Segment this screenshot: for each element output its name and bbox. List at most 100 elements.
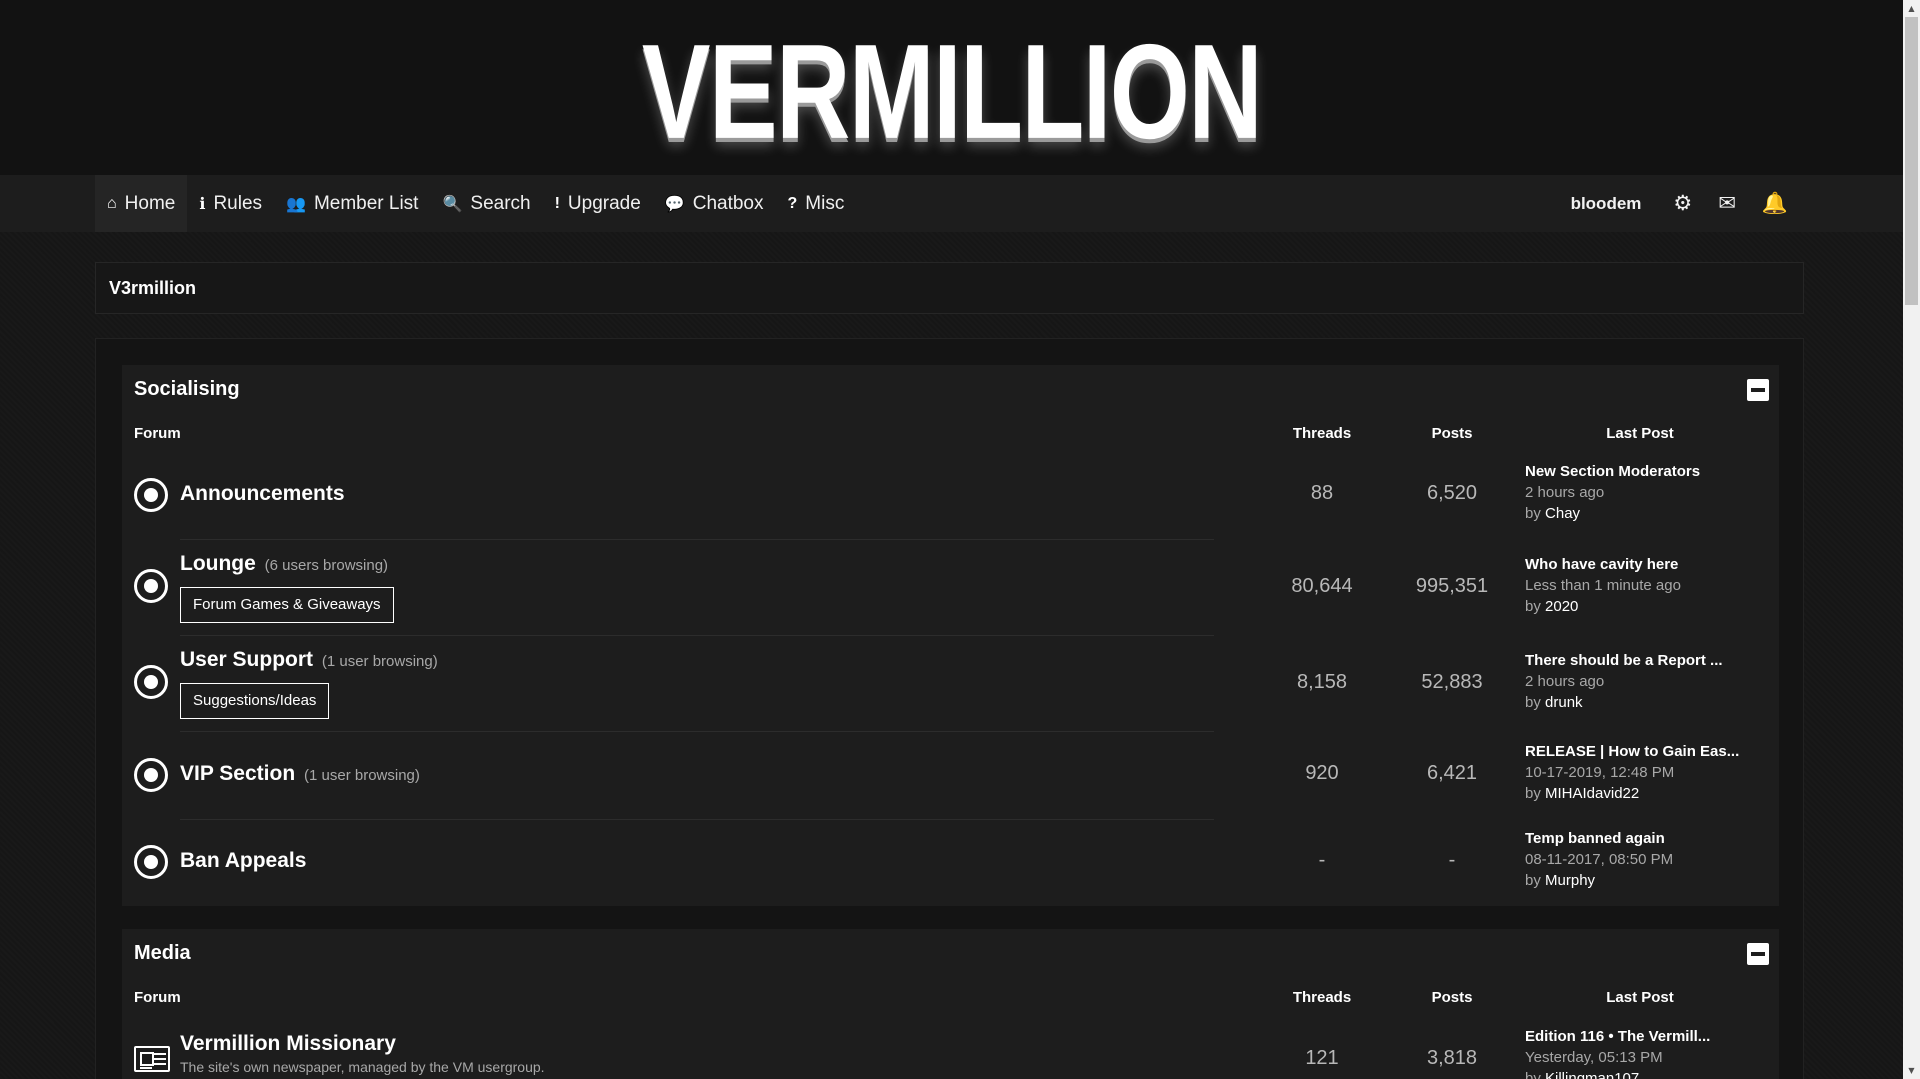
nav-misc[interactable]: ? Misc — [776, 175, 857, 232]
chat-icon: 💬 — [664, 195, 685, 213]
forum-status-icon — [134, 665, 168, 699]
category-title[interactable]: Media — [134, 942, 191, 965]
post-count: - — [1448, 849, 1456, 871]
col-last-post: Last Post — [1606, 989, 1674, 1006]
post-count: 995,351 — [1415, 575, 1489, 597]
last-post-title[interactable]: Temp banned again — [1525, 828, 1765, 849]
scrollbar-thumb[interactable] — [1905, 17, 1918, 305]
vertical-scrollbar[interactable]: ▲ ▼ — [1903, 0, 1920, 1079]
forum-list: Socialising Forum Threads Posts Last Pos… — [95, 338, 1804, 1079]
nav-search-label: Search — [470, 192, 531, 214]
collapse-icon[interactable] — [1747, 943, 1769, 965]
forum-name[interactable]: Vermillion Missionary — [180, 1032, 396, 1056]
last-post-title[interactable]: Edition 116 • The Vermill... — [1525, 1026, 1765, 1047]
nav-home-label: Home — [124, 192, 176, 214]
bell-icon[interactable]: 🔔 — [1762, 193, 1788, 214]
last-post-author: by MIHAIdavid22 — [1525, 785, 1640, 802]
users-icon: 👥 — [286, 195, 306, 213]
nav-upgrade-label: Upgrade — [567, 192, 641, 214]
breadcrumb: V3rmillion — [95, 262, 1804, 314]
last-post-user[interactable]: drunk — [1545, 694, 1583, 711]
subforum-link[interactable]: Suggestions/Ideas — [180, 683, 330, 719]
newspaper-icon — [134, 1046, 170, 1072]
col-posts: Posts — [1431, 989, 1473, 1006]
post-count: 3,818 — [1426, 1047, 1478, 1069]
col-forum: Forum — [134, 425, 181, 442]
thread-count: 88 — [1310, 482, 1334, 504]
last-post-time: 10-17-2019, 12:48 PM — [1525, 764, 1675, 781]
last-post-time: Yesterday, 05:13 PM — [1525, 1049, 1663, 1066]
forum-name[interactable]: Announcements — [180, 482, 345, 506]
forum-name[interactable]: User Support — [180, 648, 313, 671]
forum-name-group: VIP Section (1 user browsing) — [180, 762, 420, 786]
last-post-user[interactable]: Murphy — [1545, 872, 1595, 889]
nav-rules-label: Rules — [213, 192, 263, 214]
last-post-title[interactable]: Who have cavity here — [1525, 554, 1765, 575]
nav-misc-label: Misc — [805, 192, 845, 214]
forum-row: Announcements 88 6,520 New Section Moder… — [122, 452, 1779, 540]
post-count: 6,421 — [1426, 762, 1478, 784]
info-icon: ℹ — [199, 195, 206, 213]
home-icon: ⌂ — [107, 194, 117, 212]
nav-search[interactable]: 🔍 Search — [430, 175, 542, 232]
category-header: Socialising — [122, 365, 1779, 417]
last-post-time: Less than 1 minute ago — [1525, 577, 1681, 594]
last-post-user[interactable]: Killingman107 — [1545, 1070, 1639, 1079]
nav-chatbox[interactable]: 💬 Chatbox — [653, 175, 776, 232]
thread-count: 121 — [1305, 1047, 1339, 1069]
collapse-icon[interactable] — [1747, 379, 1769, 401]
last-post-author: by Chay — [1525, 505, 1581, 522]
forum-name[interactable]: Lounge — [180, 552, 256, 575]
browsing-count: (1 user browsing) — [321, 653, 438, 670]
nav-upgrade[interactable]: ! Upgrade — [543, 175, 653, 232]
username-link[interactable]: bloodem — [1571, 194, 1642, 214]
browsing-count: (1 user browsing) — [304, 767, 420, 784]
last-post-title[interactable]: New Section Moderators — [1525, 461, 1765, 482]
forum-row: Lounge (6 users browsing) Forum Games & … — [122, 540, 1779, 636]
nav-member-list[interactable]: 👥 Member List — [274, 175, 430, 232]
last-post-user[interactable]: 2020 — [1545, 598, 1578, 615]
forum-name[interactable]: VIP Section — [180, 762, 295, 785]
browsing-count: (6 users browsing) — [264, 557, 389, 574]
main-nav: ⌂ Home ℹ Rules 👥 Member List 🔍 Search ! … — [0, 175, 1903, 232]
column-header: Forum Threads Posts Last Post — [122, 417, 1779, 452]
category-socialising: Socialising Forum Threads Posts Last Pos… — [122, 365, 1779, 906]
page: VERMILLION ⌂ Home ℹ Rules 👥 Member List … — [0, 0, 1903, 1079]
col-last-post: Last Post — [1606, 425, 1674, 442]
forum-status-icon — [134, 758, 168, 792]
nav-rules[interactable]: ℹ Rules — [187, 175, 274, 232]
post-count: 52,883 — [1421, 671, 1483, 693]
thread-count: 8,158 — [1296, 671, 1348, 693]
last-post-time: 2 hours ago — [1525, 673, 1605, 690]
nav-chatbox-label: Chatbox — [692, 192, 764, 214]
last-post-user[interactable]: MIHAIdavid22 — [1545, 785, 1639, 802]
forum-row: User Support (1 user browsing) Suggestio… — [122, 636, 1779, 732]
column-header: Forum Threads Posts Last Post — [122, 981, 1779, 1016]
last-post-title[interactable]: There should be a Report ... — [1525, 650, 1765, 671]
thread-count: - — [1318, 849, 1326, 871]
nav-member-list-label: Member List — [313, 192, 419, 214]
site-logo[interactable]: VERMILLION — [209, 20, 1693, 164]
last-post-time: 08-11-2017, 08:50 PM — [1525, 851, 1674, 868]
last-post: RELEASE | How to Gain Eas... 10-17-2019,… — [1525, 741, 1765, 804]
last-post-user[interactable]: Chay — [1545, 505, 1580, 522]
last-post-title[interactable]: RELEASE | How to Gain Eas... — [1525, 741, 1765, 762]
nav-home[interactable]: ⌂ Home — [95, 175, 188, 232]
last-post-author: by drunk — [1525, 694, 1583, 711]
gear-icon[interactable]: ⚙ — [1673, 193, 1692, 214]
scroll-up-icon[interactable]: ▲ — [1903, 0, 1920, 17]
subforum-link[interactable]: Forum Games & Giveaways — [180, 587, 394, 623]
col-forum: Forum — [134, 989, 181, 1006]
breadcrumb-home[interactable]: V3rmillion — [109, 278, 196, 299]
forum-name[interactable]: Ban Appeals — [180, 849, 306, 873]
envelope-icon[interactable]: ✉ — [1718, 193, 1736, 214]
forum-status-icon — [134, 569, 168, 603]
last-post: Who have cavity here Less than 1 minute … — [1525, 554, 1765, 617]
forum-row: Vermillion Missionary The site's own new… — [122, 1016, 1779, 1079]
category-title[interactable]: Socialising — [134, 378, 240, 401]
last-post-time: 2 hours ago — [1525, 484, 1605, 501]
scroll-down-icon[interactable]: ▼ — [1903, 1062, 1920, 1079]
exclamation-icon: ! — [554, 194, 560, 212]
forum-row: VIP Section (1 user browsing) 920 6,421 … — [122, 732, 1779, 820]
forum-name-group: User Support (1 user browsing) — [180, 648, 438, 672]
